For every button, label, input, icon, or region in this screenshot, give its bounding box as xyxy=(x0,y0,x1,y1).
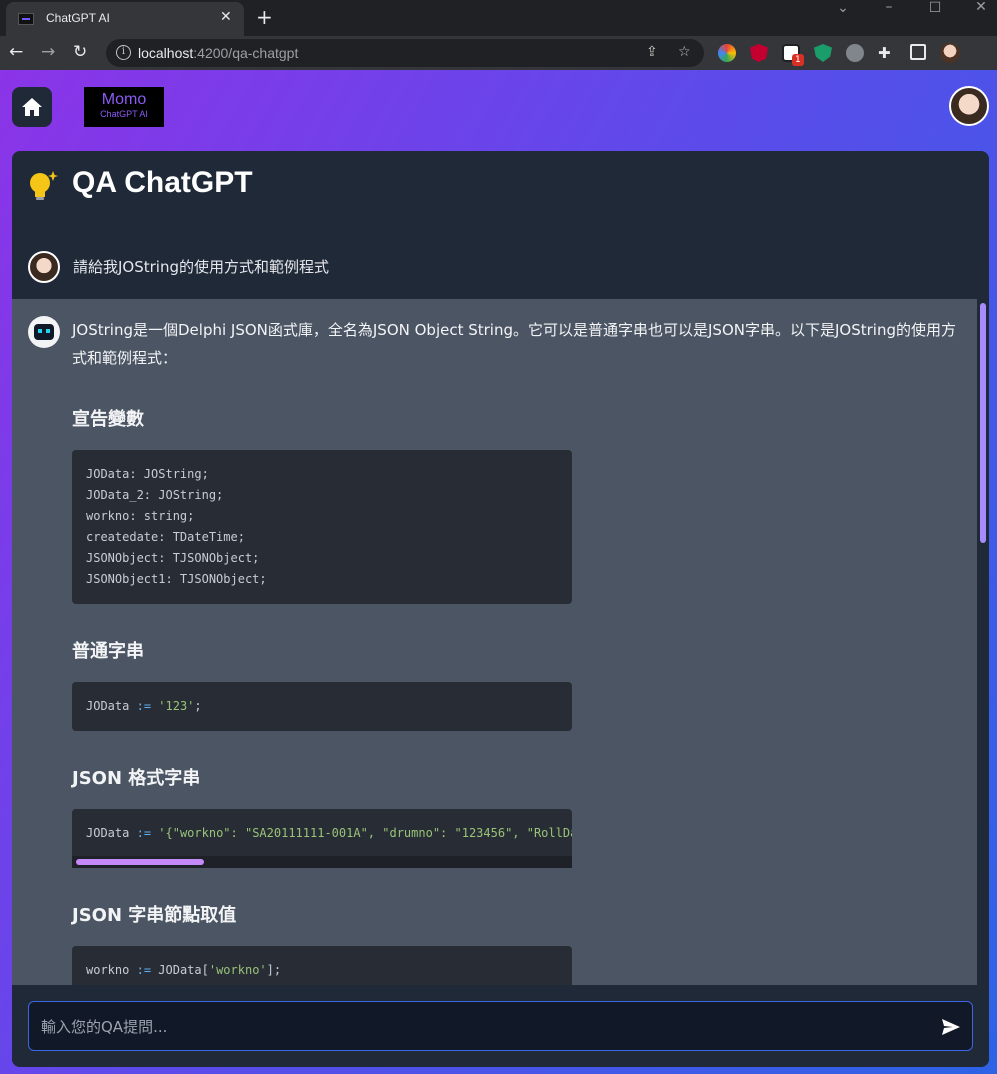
address-bar[interactable]: i localhost:4200/qa-chatgpt ⇪ ☆ xyxy=(106,39,704,67)
question-text: 請給我JOString的使用方式和範例程式 xyxy=(73,258,329,276)
qa-panel: QA ChatGPT 請給我JOString的使用方式和範例程式 JOStrin… xyxy=(12,151,989,1067)
bot-avatar xyxy=(28,316,60,348)
close-tab-icon[interactable]: ✕ xyxy=(220,9,232,25)
section-heading: 宣告變數 xyxy=(72,409,144,430)
answer-vertical-scrollbar[interactable] xyxy=(977,299,989,985)
browser-tab-bar: ChatGPT AI ✕ + ⌄ – ☐ ✕ xyxy=(0,0,997,36)
home-button[interactable] xyxy=(12,87,52,127)
url-text: localhost:4200/qa-chatgpt xyxy=(138,45,299,61)
code-block: JOData := '{"workno": "SA20111111-001A",… xyxy=(72,809,572,856)
lightbulb-icon xyxy=(30,171,58,200)
reload-icon[interactable]: ↻ xyxy=(73,42,87,62)
favicon-icon xyxy=(18,13,34,25)
angular-extension-icon[interactable] xyxy=(750,44,768,62)
section-heading: JSON 格式字串 xyxy=(72,768,201,789)
code-scroll-thumb[interactable] xyxy=(76,859,204,865)
share-icon[interactable]: ⇪ xyxy=(646,44,658,60)
extension-badge: 1 xyxy=(792,54,804,66)
user-avatar[interactable] xyxy=(949,86,989,126)
extensions-puzzle-icon[interactable]: ✚ xyxy=(878,43,891,63)
robot-icon xyxy=(34,324,54,340)
answer-message: JOString是一個Delphi JSON函式庫，全名為JSON Object… xyxy=(12,299,977,985)
answer-content: JOString是一個Delphi JSON函式庫，全名為JSON Object… xyxy=(72,316,967,985)
browser-toolbar: ← → ↻ i localhost:4200/qa-chatgpt ⇪ ☆ 1 … xyxy=(0,36,997,70)
code-line: createdate: TDateTime; xyxy=(86,530,245,544)
logo-subtitle: ChatGPT AI xyxy=(100,109,148,119)
code-block: JOData: JOString; JOData_2: JOString; work… xyxy=(72,450,572,604)
question-input[interactable] xyxy=(41,1016,921,1038)
page-title: QA ChatGPT xyxy=(72,166,253,199)
new-tab-icon[interactable]: + xyxy=(256,5,273,29)
logo-title: Momo xyxy=(101,91,147,108)
color-extension-icon[interactable] xyxy=(718,44,736,62)
answer-intro: JOString是一個Delphi JSON函式庫，全名為JSON Object… xyxy=(72,321,956,367)
shield-extension-icon[interactable] xyxy=(814,44,832,62)
tab-title: ChatGPT AI xyxy=(46,11,110,25)
app-logo[interactable]: Momo ChatGPT AI xyxy=(84,87,164,127)
home-icon xyxy=(22,98,42,116)
browser-tab[interactable]: ChatGPT AI ✕ xyxy=(6,2,244,36)
code-line: JOData_2: JOString; xyxy=(86,488,224,502)
answer-scroll-thumb[interactable] xyxy=(980,303,986,543)
forward-icon[interactable]: → xyxy=(41,42,55,62)
incognito-extension-icon[interactable] xyxy=(846,44,864,62)
code-line: JOData: JOString; xyxy=(86,467,209,481)
question-input-box[interactable] xyxy=(28,1001,973,1051)
user-message-avatar xyxy=(28,251,60,283)
back-icon[interactable]: ← xyxy=(9,42,23,62)
maximize-icon[interactable]: ☐ xyxy=(912,1,958,15)
code-horizontal-scrollbar[interactable] xyxy=(72,856,572,868)
question-message: 請給我JOString的使用方式和範例程式 xyxy=(12,239,989,299)
code-block: JOData := '123'; xyxy=(72,682,572,731)
code-line: workno: string; xyxy=(86,509,195,523)
send-icon[interactable] xyxy=(941,1017,961,1037)
site-info-icon[interactable]: i xyxy=(116,45,131,60)
code-line: JSONObject: TJSONObject; xyxy=(86,551,260,565)
section-heading: 普通字串 xyxy=(72,641,144,662)
bookmark-star-icon[interactable]: ☆ xyxy=(678,44,691,60)
question-input-bar xyxy=(12,985,989,1067)
tab-search-icon[interactable]: ⌄ xyxy=(820,1,866,15)
section-heading: JSON 字串節點取值 xyxy=(72,905,237,926)
app-page: Momo ChatGPT AI QA ChatGPT 請給我JOString的使… xyxy=(0,70,997,1074)
window-close-icon[interactable]: ✕ xyxy=(958,0,997,14)
code-block: workno := JOData['workno']; xyxy=(72,946,572,985)
browser-profile-avatar[interactable] xyxy=(940,43,960,63)
side-panel-icon[interactable] xyxy=(910,44,926,60)
minimize-icon[interactable]: – xyxy=(866,0,912,14)
code-line: JSONObject1: TJSONObject; xyxy=(86,572,267,586)
